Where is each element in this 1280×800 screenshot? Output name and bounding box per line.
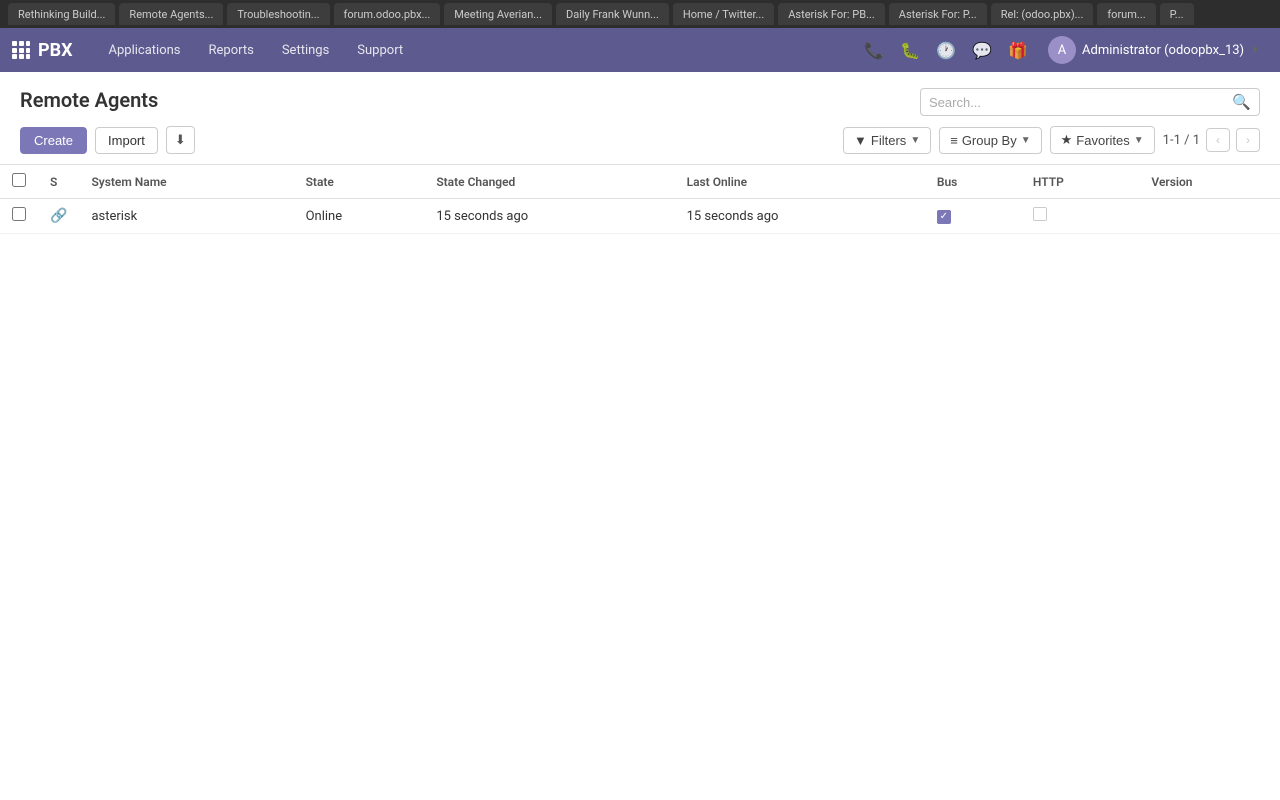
row-last-online-cell: 15 seconds ago [675,199,925,234]
filter-icon: ▼ [854,133,867,148]
filters-dropdown-arrow: ▼ [910,135,920,146]
import-button[interactable]: Import [95,127,158,154]
header-state-col: State [294,165,425,199]
navbar-menu: Applications Reports Settings Support [97,37,861,64]
row-http-cell [1021,199,1140,234]
search-icon[interactable]: 🔍 [1232,93,1251,111]
download-button[interactable]: ⬇ [166,126,195,154]
menu-item-support[interactable]: Support [345,37,415,64]
row-s-cell: 🔗 [38,199,79,234]
apps-icon[interactable] [12,41,30,59]
row-state-cell: Online [294,199,425,234]
browser-tab-1[interactable]: Rethinking Build... [8,3,115,25]
header-version-col: Version [1139,165,1280,199]
browser-tab-6[interactable]: Daily Frank Wunn... [556,3,669,25]
browser-tab-4[interactable]: forum.odoo.pbx... [334,3,441,25]
pagination-count: 1-1 / 1 [1163,133,1200,148]
toolbar-right: ▼ Filters ▼ ≡ Group By ▼ ★ Favorites ▼ 1… [843,126,1260,154]
header-system-name-col: System Name [79,165,293,199]
pagination-prev[interactable]: ‹ [1206,128,1230,152]
navbar: PBX Applications Reports Settings Suppor… [0,28,1280,72]
page-header: Remote Agents 🔍 [0,72,1280,116]
menu-item-reports[interactable]: Reports [197,37,266,64]
http-checkbox [1033,207,1047,221]
browser-tab-3[interactable]: Troubleshootin... [227,3,329,25]
group-by-icon: ≡ [950,133,958,148]
table-container: S System Name State State Changed Last O… [0,164,1280,234]
pagination: 1-1 / 1 ‹ › [1163,128,1260,152]
star-icon: ★ [1061,132,1073,148]
clock-icon[interactable]: 🕐 [932,36,960,64]
browser-tab-8[interactable]: Asterisk For: PB... [778,3,885,25]
create-button[interactable]: Create [20,127,87,154]
filters-label: Filters [871,133,906,148]
navbar-actions: 📞 🐛 🕐 💬 🎁 A Administrator (odoopbx_13) ▼ [860,32,1268,68]
browser-tab-12[interactable]: P... [1160,3,1194,25]
group-by-label: Group By [962,133,1017,148]
browser-tab-7[interactable]: Home / Twitter... [673,3,774,25]
brand-label[interactable]: PBX [38,40,73,61]
agents-table: S System Name State State Changed Last O… [0,165,1280,234]
search-bar: 🔍 [920,88,1260,116]
last-online-value: 15 seconds ago [687,209,779,224]
table-row: 🔗 asterisk Online 15 seconds ago 15 seco… [0,199,1280,234]
bug-icon[interactable]: 🐛 [896,36,924,64]
bus-checkbox: ✓ [937,210,951,224]
user-label: Administrator (odoopbx_13) [1082,43,1244,58]
row-system-name-cell: asterisk [79,199,293,234]
browser-tab-2[interactable]: Remote Agents... [119,3,223,25]
pagination-next[interactable]: › [1236,128,1260,152]
row-state-changed-cell: 15 seconds ago [424,199,674,234]
menu-item-applications[interactable]: Applications [97,37,193,64]
chat-icon[interactable]: 💬 [968,36,996,64]
filters-button[interactable]: ▼ Filters ▼ [843,127,931,154]
phone-icon[interactable]: 📞 [860,36,888,64]
main-content: Remote Agents 🔍 Create Import ⬇ ▼ Filter… [0,72,1280,800]
menu-item-settings[interactable]: Settings [270,37,341,64]
group-by-button[interactable]: ≡ Group By ▼ [939,127,1041,154]
favorites-label: Favorites [1076,133,1129,148]
toolbar-left: Create Import ⬇ [20,126,195,154]
search-input[interactable] [929,95,1232,110]
state-value: Online [306,209,343,224]
row-version-cell [1139,199,1280,234]
state-changed-value: 15 seconds ago [436,209,528,224]
row-checkbox-cell [0,199,38,234]
header-bus-col: Bus [925,165,1021,199]
row-checkbox[interactable] [12,207,26,221]
browser-tab-10[interactable]: Rel: (odoo.pbx)... [991,3,1094,25]
user-dropdown-arrow: ▼ [1250,45,1260,56]
browser-tabs: Rethinking Build... Remote Agents... Tro… [0,0,1280,28]
table-header-row: S System Name State State Changed Last O… [0,165,1280,199]
header-s-col: S [38,165,79,199]
toolbar: Create Import ⬇ ▼ Filters ▼ ≡ Group By ▼… [0,116,1280,164]
favorites-button[interactable]: ★ Favorites ▼ [1050,126,1155,154]
header-http-col: HTTP [1021,165,1140,199]
favorites-dropdown-arrow: ▼ [1134,135,1144,146]
group-by-dropdown-arrow: ▼ [1021,135,1031,146]
browser-tab-11[interactable]: forum... [1097,3,1155,25]
header-state-changed-col: State Changed [424,165,674,199]
row-bus-cell: ✓ [925,199,1021,234]
select-all-checkbox[interactable] [12,173,26,187]
header-last-online-col: Last Online [675,165,925,199]
system-name-value: asterisk [91,209,137,224]
browser-tab-5[interactable]: Meeting Averian... [444,3,552,25]
header-checkbox-col [0,165,38,199]
browser-tab-9[interactable]: Asterisk For: P... [889,3,987,25]
avatar: A [1048,36,1076,64]
page-title: Remote Agents [20,88,158,112]
link-icon: 🔗 [50,208,67,224]
gift-icon[interactable]: 🎁 [1004,36,1032,64]
user-menu[interactable]: A Administrator (odoopbx_13) ▼ [1040,32,1268,68]
